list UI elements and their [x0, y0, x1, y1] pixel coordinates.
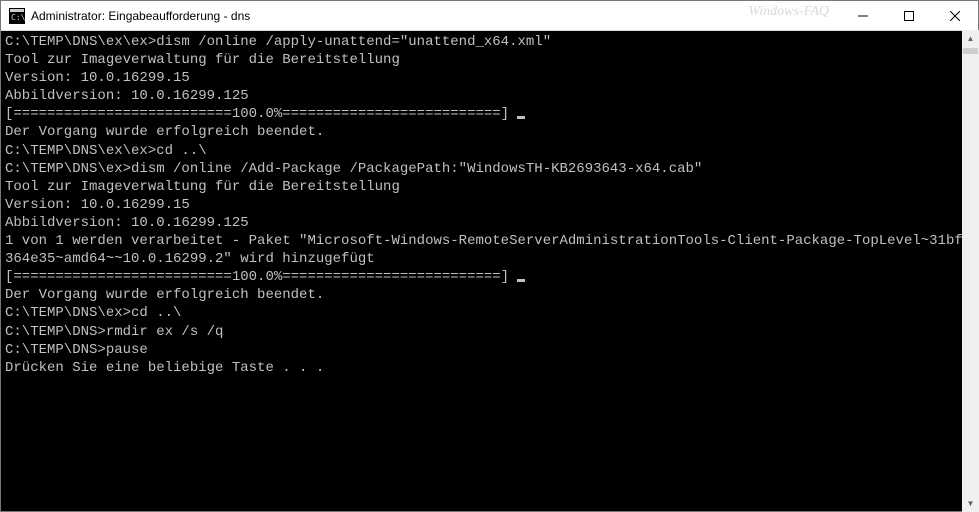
terminal-line: C:\TEMP\DNS\ex\ex>dism /online /apply-un… — [5, 33, 978, 51]
terminal-line: [==========================100.0%=======… — [5, 268, 978, 286]
terminal-line: Drücken Sie eine beliebige Taste . . . — [5, 359, 978, 377]
terminal-line: C:\TEMP\DNS\ex\ex>cd ..\ — [5, 142, 978, 160]
titlebar[interactable]: C:\ Administrator: Eingabeaufforderung -… — [1, 1, 978, 31]
minimize-button[interactable] — [840, 1, 886, 30]
window-controls — [840, 1, 978, 30]
scroll-thumb[interactable] — [963, 48, 978, 54]
terminal-line: [==========================100.0%=======… — [5, 105, 978, 123]
scrollbar[interactable]: ▲ ▼ — [962, 30, 979, 512]
cursor — [517, 279, 525, 282]
terminal-line: Abbildversion: 10.0.16299.125 — [5, 87, 978, 105]
terminal-line: 364e35~amd64~~10.0.16299.2" wird hinzuge… — [5, 250, 978, 268]
window-title: Administrator: Eingabeaufforderung - dns — [31, 9, 840, 23]
terminal-line: Der Vorgang wurde erfolgreich beendet. — [5, 123, 978, 141]
terminal-line: Tool zur Imageverwaltung für die Bereits… — [5, 51, 978, 69]
cursor — [517, 116, 525, 119]
terminal-line: 1 von 1 werden verarbeitet - Paket "Micr… — [5, 232, 978, 250]
svg-text:C:\: C:\ — [11, 13, 25, 22]
terminal-line: Version: 10.0.16299.15 — [5, 69, 978, 87]
cmd-icon: C:\ — [9, 8, 25, 24]
scroll-down-icon[interactable]: ▼ — [962, 495, 979, 512]
terminal-line: C:\TEMP\DNS>pause — [5, 341, 978, 359]
terminal-line: Abbildversion: 10.0.16299.125 — [5, 214, 978, 232]
scroll-up-icon[interactable]: ▲ — [962, 30, 979, 47]
close-button[interactable] — [932, 1, 978, 30]
terminal-line: C:\TEMP\DNS>rmdir ex /s /q — [5, 323, 978, 341]
terminal-line: Tool zur Imageverwaltung für die Bereits… — [5, 178, 978, 196]
terminal-line: Der Vorgang wurde erfolgreich beendet. — [5, 286, 978, 304]
terminal-output[interactable]: C:\TEMP\DNS\ex\ex>dism /online /apply-un… — [1, 31, 978, 511]
terminal-line: C:\TEMP\DNS\ex>cd ..\ — [5, 304, 978, 322]
maximize-button[interactable] — [886, 1, 932, 30]
terminal-line: Version: 10.0.16299.15 — [5, 196, 978, 214]
terminal-line: C:\TEMP\DNS\ex>dism /online /Add-Package… — [5, 160, 978, 178]
